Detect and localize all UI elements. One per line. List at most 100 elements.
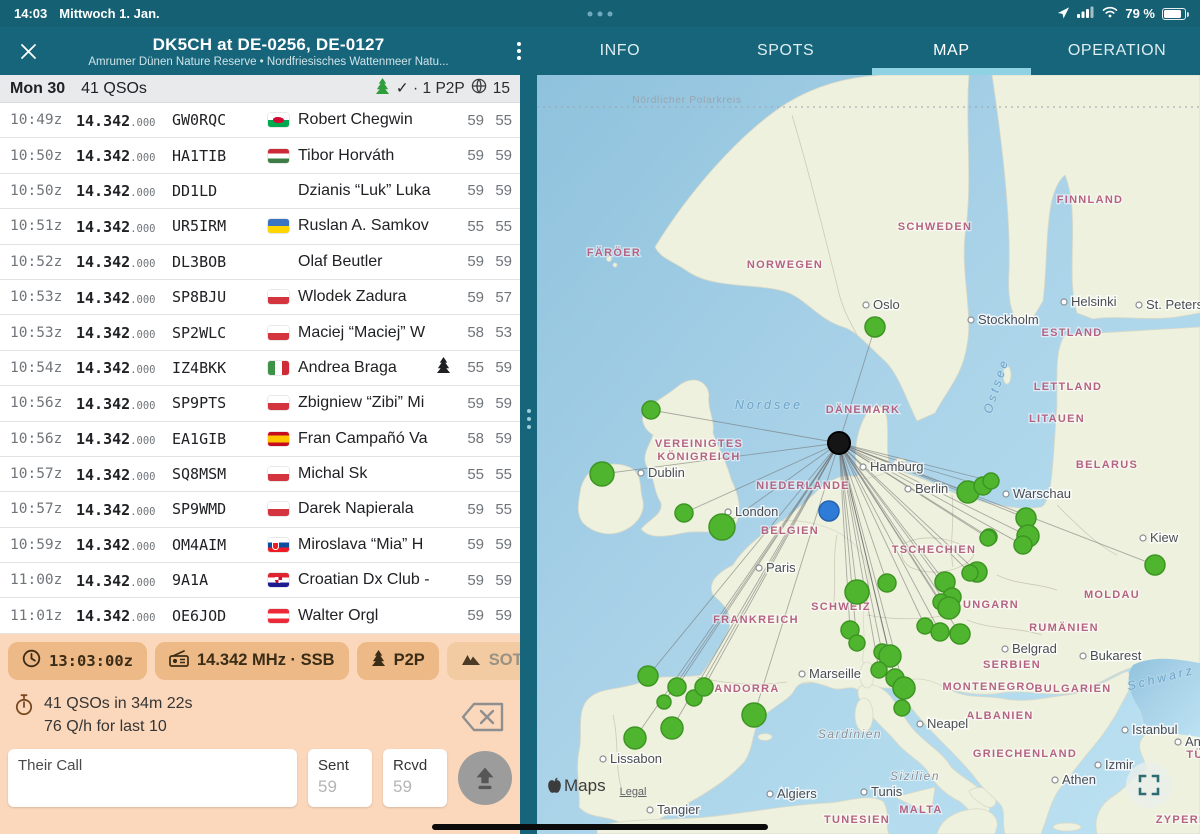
qso-row[interactable]: 10:54z14.342.000IZ4BKKAndrea Braga5559 [0,351,520,386]
qso-callsign: DD1LD [172,182,268,200]
qso-time: 10:50z [10,183,76,199]
qso-row[interactable]: 10:50z14.342.000HA1TIBTibor Horváth5959 [0,138,520,173]
sent-value: 59 [318,777,362,797]
qso-marker[interactable] [638,666,658,686]
rst-sent: 59 [456,147,484,164]
qso-row[interactable]: 10:53z14.342.000SP2WLCMaciej “Maciej” W5… [0,315,520,350]
qso-frequency: 14.342.000 [76,394,172,413]
qso-row[interactable]: 11:01z14.342.000OE6JODWalter Orgl5959 [0,598,520,633]
mountain-icon [461,651,481,671]
country-flag-icon [268,502,298,516]
qso-row[interactable]: 10:51z14.342.000UR5IRMRuslan A. Samkov55… [0,209,520,244]
qso-row[interactable]: 10:53z14.342.000SP8BJUWlodek Zadura5957 [0,280,520,315]
qso-operator-name: Maciej “Maciej” W [298,324,456,342]
qso-row[interactable]: 10:56z14.342.000SP9PTSZbigniew “Zibi” Mi… [0,386,520,421]
qso-row[interactable]: 10:50z14.342.000DD1LDDzianis “Luk” Luka5… [0,174,520,209]
water-label: Nordsee [735,398,803,412]
polar-circle-label: Nördlicher Polarkreis [632,95,742,106]
qso-marker[interactable] [871,662,887,678]
city-marker [767,791,773,797]
qso-row[interactable]: 10:59z14.342.000OM4AIMMiroslava “Mia” H5… [0,528,520,563]
qso-callsign: EA1GIB [172,430,268,448]
tab-operation[interactable]: OPERATION [1034,27,1200,75]
qso-marker[interactable] [950,624,970,644]
rst-sent: 55 [456,359,484,376]
qso-marker[interactable] [661,717,683,739]
tab-spots[interactable]: SPOTS [703,27,869,75]
backspace-icon[interactable] [460,700,506,739]
rcvd-label: Rcvd [393,757,437,774]
their-call-input[interactable]: Their Call [8,749,297,807]
home-indicator[interactable] [432,824,768,830]
rcvd-rst-input[interactable]: Rcvd 59 [383,749,447,807]
qso-marker[interactable] [962,565,978,581]
qso-log-panel: Mon 30 41 QSOs ✓ · 1 P2P 15 10:49z14.342… [0,75,520,834]
qso-marker[interactable] [845,580,869,604]
qso-marker[interactable] [1145,555,1165,575]
p2p-chip[interactable]: P2P [357,642,439,680]
qso-marker[interactable] [983,473,999,489]
station-marker[interactable] [828,432,850,454]
city-label: Hamburg [870,459,923,474]
qso-marker[interactable] [642,401,660,419]
panel-resize-handle[interactable] [520,75,537,834]
fullscreen-button[interactable] [1126,762,1172,808]
city-marker [968,317,974,323]
qso-row[interactable]: 10:56z14.342.000EA1GIBFran Campañó Va585… [0,422,520,457]
city-label: Marseille [809,666,861,681]
13-03-00z-chip[interactable]: 13:03:00z [8,642,147,680]
country-flag-icon [268,609,298,623]
qso-callsign: DL3BOB [172,253,268,271]
rst-rcvd: 59 [484,607,512,624]
qso-row[interactable]: 11:00z14.342.0009A1ACroatian Dx Club -59… [0,563,520,598]
qso-frequency: 14.342.000 [76,217,172,236]
qso-marker[interactable] [1014,536,1032,554]
qso-marker[interactable] [931,623,949,641]
qso-marker[interactable] [742,703,766,727]
log-qso-button[interactable] [458,751,512,805]
tab-info[interactable]: INFO [537,27,703,75]
qso-marker[interactable] [865,317,885,337]
qso-rows: 10:49z14.342.000GW0RQCRobert Chegwin5955… [0,103,520,634]
qso-time: 10:50z [10,148,76,164]
sent-rst-input[interactable]: Sent 59 [308,749,372,807]
country-flag-icon [268,219,298,233]
map-view[interactable]: Nördlicher PolarkreisNordseeOstseeSchwar… [537,75,1200,834]
sota-chip[interactable]: SOTA [447,642,520,680]
qso-marker[interactable] [675,504,693,522]
qso-marker[interactable] [878,574,896,592]
qso-marker[interactable] [624,727,646,749]
14-342-mhz-ssb-chip[interactable]: 14.342 MHz · SSB [155,642,349,680]
legal-link[interactable]: Legal [620,786,647,798]
qso-marker[interactable] [668,678,686,696]
qso-marker[interactable] [980,530,996,546]
qso-frequency: 14.342.000 [76,323,172,342]
qso-marker[interactable] [709,514,735,540]
qso-marker[interactable] [657,695,671,709]
qso-marker[interactable] [938,597,960,619]
close-icon[interactable] [16,39,40,63]
qso-row[interactable]: 10:52z14.342.000DL3BOBOlaf Beutler5959 [0,245,520,280]
qso-row[interactable]: 10:57z14.342.000SQ8MSMMichal Sk5555 [0,457,520,492]
tab-map[interactable]: MAP [869,27,1035,75]
qso-marker[interactable] [590,462,614,486]
rst-rcvd: 59 [484,536,512,553]
city-marker [756,565,762,571]
qso-operator-name: Dzianis “Luk” Luka [298,182,456,200]
qso-operator-name: Zbigniew “Zibi” Mi [298,394,456,412]
dx-count: 15 [493,80,510,98]
qso-marker[interactable] [849,635,865,651]
country-label: MALTA [899,804,942,816]
qso-row[interactable]: 10:49z14.342.000GW0RQCRobert Chegwin5955 [0,103,520,138]
country-label: NIEDERLANDE [756,480,850,492]
kebab-menu-icon[interactable] [515,40,523,62]
qso-marker[interactable] [893,677,915,699]
qso-marker[interactable] [894,700,910,716]
qso-row[interactable]: 10:57z14.342.000SP9WMDDarek Napierala595… [0,492,520,527]
europe-map[interactable]: Nördlicher PolarkreisNordseeOstseeSchwar… [537,75,1200,834]
qso-marker[interactable] [695,678,713,696]
country-flag-icon [268,538,298,552]
qso-callsign: SP2WLC [172,324,268,342]
p2p-marker[interactable] [819,501,839,521]
qso-time: 10:57z [10,466,76,482]
